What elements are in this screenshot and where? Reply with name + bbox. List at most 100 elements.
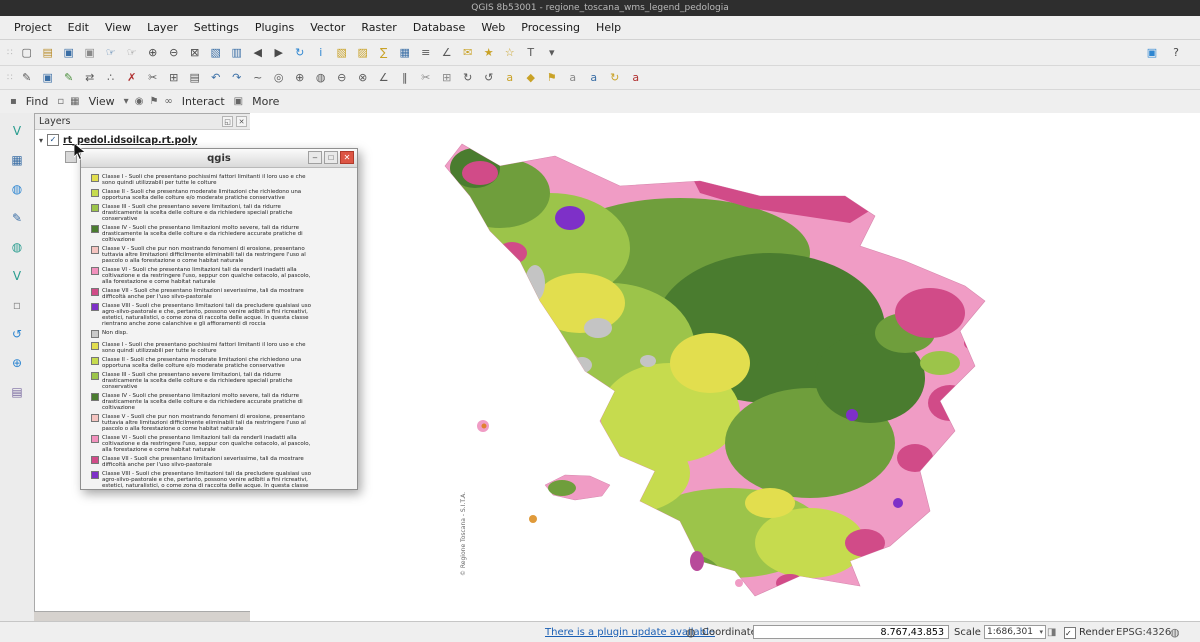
menu-item[interactable]: Help xyxy=(588,19,629,36)
find-label[interactable]: Find xyxy=(23,94,52,109)
add-feature-icon[interactable]: ✎ xyxy=(59,68,79,87)
zoom-tool-icon[interactable]: ⊕ xyxy=(6,353,28,373)
zoom-to-layer-icon[interactable]: ▥ xyxy=(227,43,247,62)
interact-label[interactable]: Interact xyxy=(179,94,228,109)
delete-part-icon[interactable]: ⊗ xyxy=(353,68,373,87)
open-project-icon[interactable]: ▤ xyxy=(38,43,58,62)
dialog-minimize-button[interactable]: – xyxy=(308,151,322,164)
zoom-last-icon[interactable]: ◀ xyxy=(248,43,268,62)
window-titlebar[interactable]: QGIS 8b53001 - regione_toscana_wms_legen… xyxy=(0,0,1200,16)
menu-item[interactable]: Edit xyxy=(60,19,97,36)
menu-item[interactable]: Database xyxy=(405,19,474,36)
python-console-icon[interactable]: ▣ xyxy=(1142,43,1162,62)
rotate-point-symbols-icon[interactable]: ↺ xyxy=(479,68,499,87)
map-refresh-icon[interactable]: ↻ xyxy=(290,43,310,62)
menu-item[interactable]: Web xyxy=(473,19,513,36)
scale-combo[interactable]: 1:686,301 ▾ xyxy=(984,625,1046,639)
dialog-maximize-button[interactable]: □ xyxy=(324,151,338,164)
lock-icon[interactable]: ▪ xyxy=(10,96,17,107)
add-postgis-layer-icon[interactable]: ◍ xyxy=(6,237,28,257)
redo-icon[interactable]: ↷ xyxy=(227,68,247,87)
cut-features-icon[interactable]: ✂ xyxy=(143,68,163,87)
zoom-in-icon[interactable]: ⊕ xyxy=(143,43,163,62)
more-label[interactable]: More xyxy=(249,94,282,109)
delete-ring-icon[interactable]: ⊖ xyxy=(332,68,352,87)
projection-icon[interactable]: ◍ xyxy=(1170,622,1180,642)
toggle-editing-icon[interactable]: ✎ xyxy=(17,68,37,87)
highlight-pinned-labels-icon[interactable]: a xyxy=(563,68,583,87)
magnifier-level-icon[interactable]: ◨ xyxy=(1047,622,1056,642)
legend-dialog-titlebar[interactable]: qgis – □ ✕ xyxy=(81,149,357,168)
change-label-icon[interactable]: a xyxy=(626,68,646,87)
split-features-icon[interactable]: ✂ xyxy=(416,68,436,87)
menu-item[interactable]: Layer xyxy=(139,19,186,36)
map-canvas[interactable]: © Regione Toscana - S.I.T.A. xyxy=(250,113,1200,622)
save-edits-icon[interactable]: ▣ xyxy=(38,68,58,87)
render-checkbox[interactable]: ✓ xyxy=(1064,627,1076,639)
deselect-all-icon[interactable]: ▨ xyxy=(353,43,373,62)
save-project-icon[interactable]: ▣ xyxy=(59,43,79,62)
identify-features-icon[interactable]: i xyxy=(311,43,331,62)
copy-features-icon[interactable]: ⊞ xyxy=(164,68,184,87)
zoom-to-selection-icon[interactable]: ▧ xyxy=(206,43,226,62)
text-annotation-icon[interactable]: T xyxy=(521,43,541,62)
paste-features-icon[interactable]: ▤ xyxy=(185,68,205,87)
web-service-refresh-icon[interactable]: ↺ xyxy=(6,324,28,344)
add-wms-layer-icon[interactable]: ◍ xyxy=(6,179,28,199)
layer-options-icon[interactable]: ▫ xyxy=(6,295,28,315)
add-ring-icon[interactable]: ◎ xyxy=(269,68,289,87)
globe-icon[interactable]: ◍ xyxy=(686,622,696,642)
add-raster-layer-icon[interactable]: ▦ xyxy=(6,150,28,170)
find-box-icon[interactable]: ▫ xyxy=(57,96,64,107)
zoom-next-icon[interactable]: ▶ xyxy=(269,43,289,62)
dialog-close-button[interactable]: ✕ xyxy=(340,151,354,164)
pin-icon[interactable]: ◉ xyxy=(135,96,144,107)
layer-visibility-checkbox[interactable]: ✓ xyxy=(47,134,59,146)
layer-labeling-icon[interactable]: a xyxy=(500,68,520,87)
annotation-dropdown-icon[interactable]: ▾ xyxy=(542,43,562,62)
rotate-label-icon[interactable]: ↻ xyxy=(605,68,625,87)
new-bookmark-icon[interactable]: ★ xyxy=(479,43,499,62)
undo-icon[interactable]: ↶ xyxy=(206,68,226,87)
layers-panel-float-button[interactable]: ◱ xyxy=(222,116,233,127)
grid-icon[interactable]: ▦ xyxy=(70,96,79,107)
menu-item[interactable]: View xyxy=(97,19,139,36)
coordinate-input[interactable] xyxy=(753,625,949,639)
menu-item[interactable]: Processing xyxy=(513,19,588,36)
zoom-full-icon[interactable]: ⊠ xyxy=(185,43,205,62)
menu-item[interactable]: Vector xyxy=(302,19,353,36)
move-feature-icon[interactable]: ⇄ xyxy=(80,68,100,87)
image-layer-icon[interactable]: ▤ xyxy=(6,382,28,402)
simplify-feature-icon[interactable]: ~ xyxy=(248,68,268,87)
view-chevron-icon[interactable]: ▾ xyxy=(124,96,129,107)
node-tool-icon[interactable]: ∴ xyxy=(101,68,121,87)
menu-item[interactable]: Settings xyxy=(186,19,247,36)
save-project-as-icon[interactable]: ▣ xyxy=(80,43,100,62)
pin-labels-icon[interactable]: ⚑ xyxy=(542,68,562,87)
toolbar-drag-handle[interactable]: ∷ xyxy=(4,48,16,58)
whats-this-icon[interactable]: ? xyxy=(1166,43,1186,62)
delete-selected-icon[interactable]: ✗ xyxy=(122,68,142,87)
view-label[interactable]: View xyxy=(86,94,118,109)
field-calculator-icon[interactable]: ≡ xyxy=(416,43,436,62)
link-infinity-icon[interactable]: ∞ xyxy=(164,96,172,107)
toolbar-drag-handle[interactable]: ∷ xyxy=(4,73,16,83)
epsg-status[interactable]: EPSG:4326 xyxy=(1116,622,1171,642)
add-vector-layer-icon[interactable]: V xyxy=(6,121,28,141)
flag-icon[interactable]: ⚑ xyxy=(149,96,158,107)
select-rectangle-icon[interactable]: ▧ xyxy=(332,43,352,62)
new-shapefile-icon[interactable]: V xyxy=(6,266,28,286)
rotate-feature-icon[interactable]: ↻ xyxy=(458,68,478,87)
menu-item[interactable]: Raster xyxy=(353,19,404,36)
menu-item[interactable]: Plugins xyxy=(247,19,302,36)
pan-map-icon[interactable]: ☞ xyxy=(101,43,121,62)
measure-icon[interactable]: ∠ xyxy=(437,43,457,62)
add-part-icon[interactable]: ⊕ xyxy=(290,68,310,87)
select-by-expression-icon[interactable]: ∑ xyxy=(374,43,394,62)
zoom-out-icon[interactable]: ⊖ xyxy=(164,43,184,62)
pan-to-selection-icon[interactable]: ☞ xyxy=(122,43,142,62)
fill-ring-icon[interactable]: ◍ xyxy=(311,68,331,87)
add-spatialite-layer-icon[interactable]: ✎ xyxy=(6,208,28,228)
menu-item[interactable]: Project xyxy=(6,19,60,36)
reshape-features-icon[interactable]: ∠ xyxy=(374,68,394,87)
